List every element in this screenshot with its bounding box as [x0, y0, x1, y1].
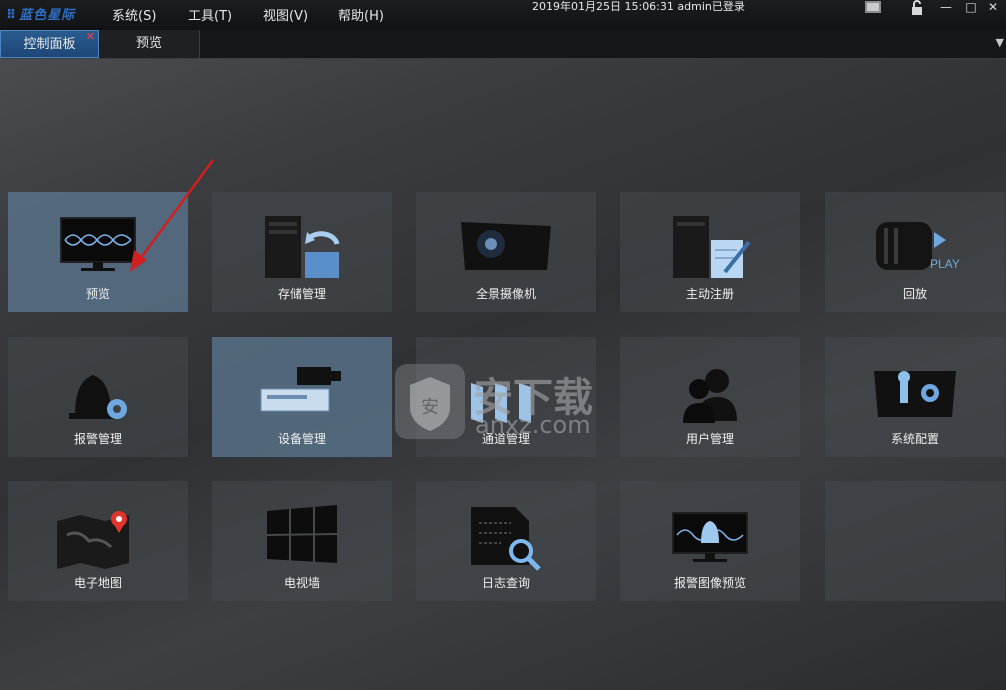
- tab-label: 控制面板: [23, 37, 76, 52]
- avatar-icon[interactable]: [862, 0, 884, 16]
- film-play-icon: PLAY: [876, 222, 960, 271]
- alarm-image-preview-icon: [672, 512, 748, 562]
- tile-panoramic-camera[interactable]: 全景摄像机: [416, 192, 596, 312]
- tile-alarm-image-preview[interactable]: 报警图像预览: [620, 481, 800, 601]
- users-icon: [683, 369, 737, 423]
- tile-label: 报警管理: [73, 432, 122, 446]
- tile-label: 预览: [85, 287, 110, 301]
- device-camera-icon: [260, 367, 341, 412]
- tile-label: 日志查询: [481, 576, 530, 590]
- log-search-icon: [471, 507, 541, 571]
- tile-label: 报警图像预览: [673, 576, 746, 590]
- tile-label: 全景摄像机: [475, 287, 536, 301]
- maximize-icon[interactable]: □: [960, 0, 982, 16]
- close-icon[interactable]: ✕: [982, 0, 1004, 16]
- tile-log-query[interactable]: 日志查询: [416, 481, 596, 601]
- tile-label: 设备管理: [277, 432, 326, 446]
- monitor-icon: [60, 217, 136, 271]
- tab-menu-arrow-icon[interactable]: ▼: [996, 36, 1004, 49]
- app-logo: ⠿ 蓝色星际: [6, 8, 76, 23]
- minimize-icon[interactable]: —: [935, 0, 957, 16]
- tile-label: 回放: [902, 287, 927, 301]
- tile-electronic-map[interactable]: 电子地图: [8, 481, 188, 601]
- login-status-clock: 2019年01月25日 15:06:31 admin已登录: [532, 0, 745, 13]
- tab-close-icon[interactable]: ✕: [86, 23, 95, 51]
- tab-label: 预览: [135, 36, 162, 51]
- tile-video-wall[interactable]: 电视墙: [212, 481, 392, 601]
- tile-playback[interactable]: PLAY 回放: [825, 192, 1005, 312]
- tile-label: 电子地图: [73, 576, 122, 590]
- tile-label: 用户管理: [685, 432, 734, 446]
- tile-storage-management[interactable]: 存储管理: [212, 192, 392, 312]
- tile-device-management[interactable]: 设备管理: [212, 337, 392, 457]
- watermark: 安 安下载 anxz.com: [395, 359, 615, 444]
- tile-user-management[interactable]: 用户管理: [620, 337, 800, 457]
- tile-label: 系统配置: [890, 432, 939, 446]
- control-panel: 预览 存储管理 全景摄像机 主动注册 PLAY 回放 报警管理 设备管理 通道管…: [0, 59, 1006, 690]
- map-pin-icon: [57, 511, 129, 569]
- watermark-subtext: anxz.com: [475, 411, 591, 439]
- tile-label: 电视墙: [283, 576, 320, 590]
- panoramic-camera-icon: [461, 222, 551, 270]
- tile-active-register[interactable]: 主动注册: [620, 192, 800, 312]
- svg-text:安: 安: [421, 397, 439, 418]
- tile-label: 主动注册: [685, 287, 734, 301]
- tab-preview[interactable]: 预览: [99, 30, 200, 58]
- tab-control-panel[interactable]: 控制面板 ✕: [0, 30, 99, 58]
- menu-view[interactable]: 视图(V): [263, 5, 308, 24]
- svg-text:PLAY: PLAY: [930, 257, 960, 271]
- tab-bar: 控制面板 ✕ 预览: [0, 30, 1006, 59]
- tile-alarm-management[interactable]: 报警管理: [8, 337, 188, 457]
- register-server-icon: [673, 216, 751, 278]
- video-wall-icon: [266, 505, 338, 563]
- menu-help[interactable]: 帮助(H): [338, 5, 384, 24]
- title-bar: ⠿ 蓝色星际 系统(S) 工具(T) 视图(V) 帮助(H) 2019年01月25…: [0, 0, 1006, 30]
- tile-preview[interactable]: 预览: [8, 192, 188, 312]
- storage-server-icon: [265, 216, 340, 278]
- menu-tools[interactable]: 工具(T): [188, 5, 232, 24]
- system-config-icon: [874, 371, 956, 417]
- menu-system[interactable]: 系统(S): [112, 5, 156, 24]
- lock-icon[interactable]: [906, 0, 928, 16]
- alarm-bell-icon: [69, 375, 127, 419]
- tile-system-config[interactable]: 系统配置: [825, 337, 1005, 457]
- tile-label: 存储管理: [277, 287, 326, 301]
- tile-empty: [825, 481, 1005, 601]
